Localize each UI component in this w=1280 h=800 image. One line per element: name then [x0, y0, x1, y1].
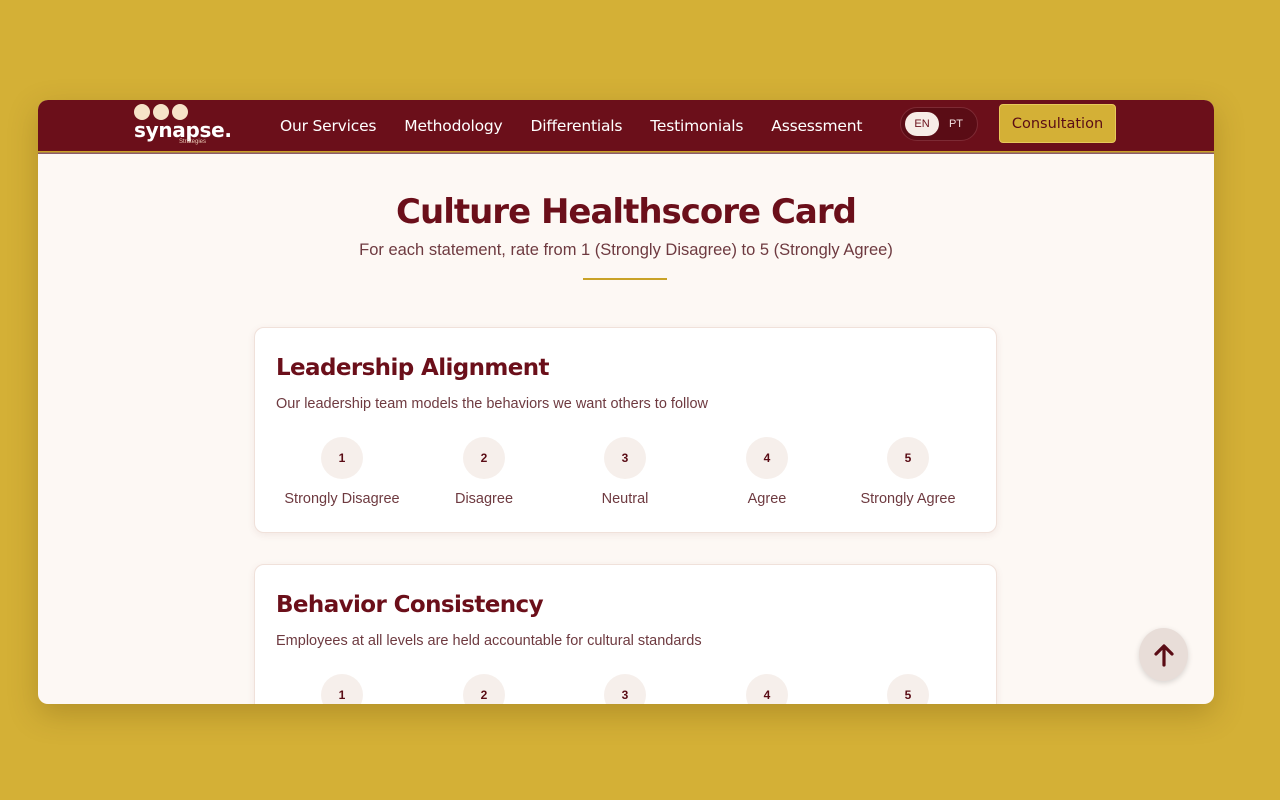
rating-label: Strongly Agree — [860, 491, 956, 507]
browser-window: synapse. Strategies Our Services Methodo… — [38, 100, 1214, 704]
rating-option-2[interactable]: 2 Disagree — [414, 437, 554, 507]
rating-label: Strongly Disagree — [284, 491, 400, 507]
nav-link-testimonials[interactable]: Testimonials — [650, 117, 743, 135]
rating-value[interactable]: 2 — [463, 437, 505, 479]
rating-value[interactable]: 4 — [746, 437, 788, 479]
arrow-up-icon — [1153, 643, 1174, 667]
nav-link-differentials[interactable]: Differentials — [531, 117, 623, 135]
language-pt-button[interactable]: PT — [939, 112, 973, 136]
rating-label: Agree — [747, 491, 787, 507]
rating-option-3[interactable]: 3 Neutral — [555, 437, 695, 507]
nav-link-methodology[interactable]: Methodology — [404, 117, 502, 135]
rating-value[interactable]: 5 — [887, 674, 929, 704]
brand-tagline: Strategies — [179, 139, 207, 145]
rating-option-3[interactable]: 3 — [555, 674, 695, 704]
rating-scale: 1 2 3 4 5 — [255, 674, 996, 704]
question-title: Behavior Consistency — [276, 592, 544, 618]
rating-option-4[interactable]: 4 — [697, 674, 837, 704]
brand-logo[interactable]: synapse. Strategies — [134, 104, 232, 146]
rating-label: Neutral — [601, 491, 649, 507]
rating-value[interactable]: 4 — [746, 674, 788, 704]
rating-option-1[interactable]: 1 — [272, 674, 412, 704]
rating-option-4[interactable]: 4 Agree — [697, 437, 837, 507]
rating-option-1[interactable]: 1 Strongly Disagree — [272, 437, 412, 507]
language-toggle: EN PT — [900, 107, 978, 141]
language-en-button[interactable]: EN — [905, 112, 939, 136]
question-card-behavior-consistency: Behavior Consistency Employees at all le… — [254, 564, 997, 704]
rating-value[interactable]: 5 — [887, 437, 929, 479]
page-subtitle: For each statement, rate from 1 (Strongl… — [359, 241, 893, 259]
top-navbar: synapse. Strategies Our Services Methodo… — [38, 100, 1214, 154]
nav-links: Our Services Methodology Differentials T… — [280, 100, 890, 151]
rating-value[interactable]: 3 — [604, 437, 646, 479]
main-content: Culture Healthscore Card For each statem… — [38, 154, 1214, 704]
consultation-button[interactable]: Consultation — [999, 104, 1116, 143]
rating-value[interactable]: 3 — [604, 674, 646, 704]
nav-link-our-services[interactable]: Our Services — [280, 117, 376, 135]
question-statement: Our leadership team models the behaviors… — [276, 396, 708, 412]
rating-option-5[interactable]: 5 — [838, 674, 978, 704]
rating-label: Disagree — [454, 491, 514, 507]
page-title: Culture Healthscore Card — [396, 192, 857, 232]
rating-value[interactable]: 2 — [463, 674, 505, 704]
rating-scale: 1 Strongly Disagree 2 Disagree 3 Neutral… — [255, 437, 996, 517]
rating-option-2[interactable]: 2 — [414, 674, 554, 704]
rating-value[interactable]: 1 — [321, 437, 363, 479]
rating-value[interactable]: 1 — [321, 674, 363, 704]
question-statement: Employees at all levels are held account… — [276, 633, 702, 649]
back-to-top-button[interactable] — [1139, 628, 1188, 681]
question-card-leadership-alignment: Leadership Alignment Our leadership team… — [254, 327, 997, 533]
nav-link-assessment[interactable]: Assessment — [771, 117, 862, 135]
title-divider — [583, 278, 667, 280]
question-title: Leadership Alignment — [276, 355, 550, 381]
rating-option-5[interactable]: 5 Strongly Agree — [838, 437, 978, 507]
